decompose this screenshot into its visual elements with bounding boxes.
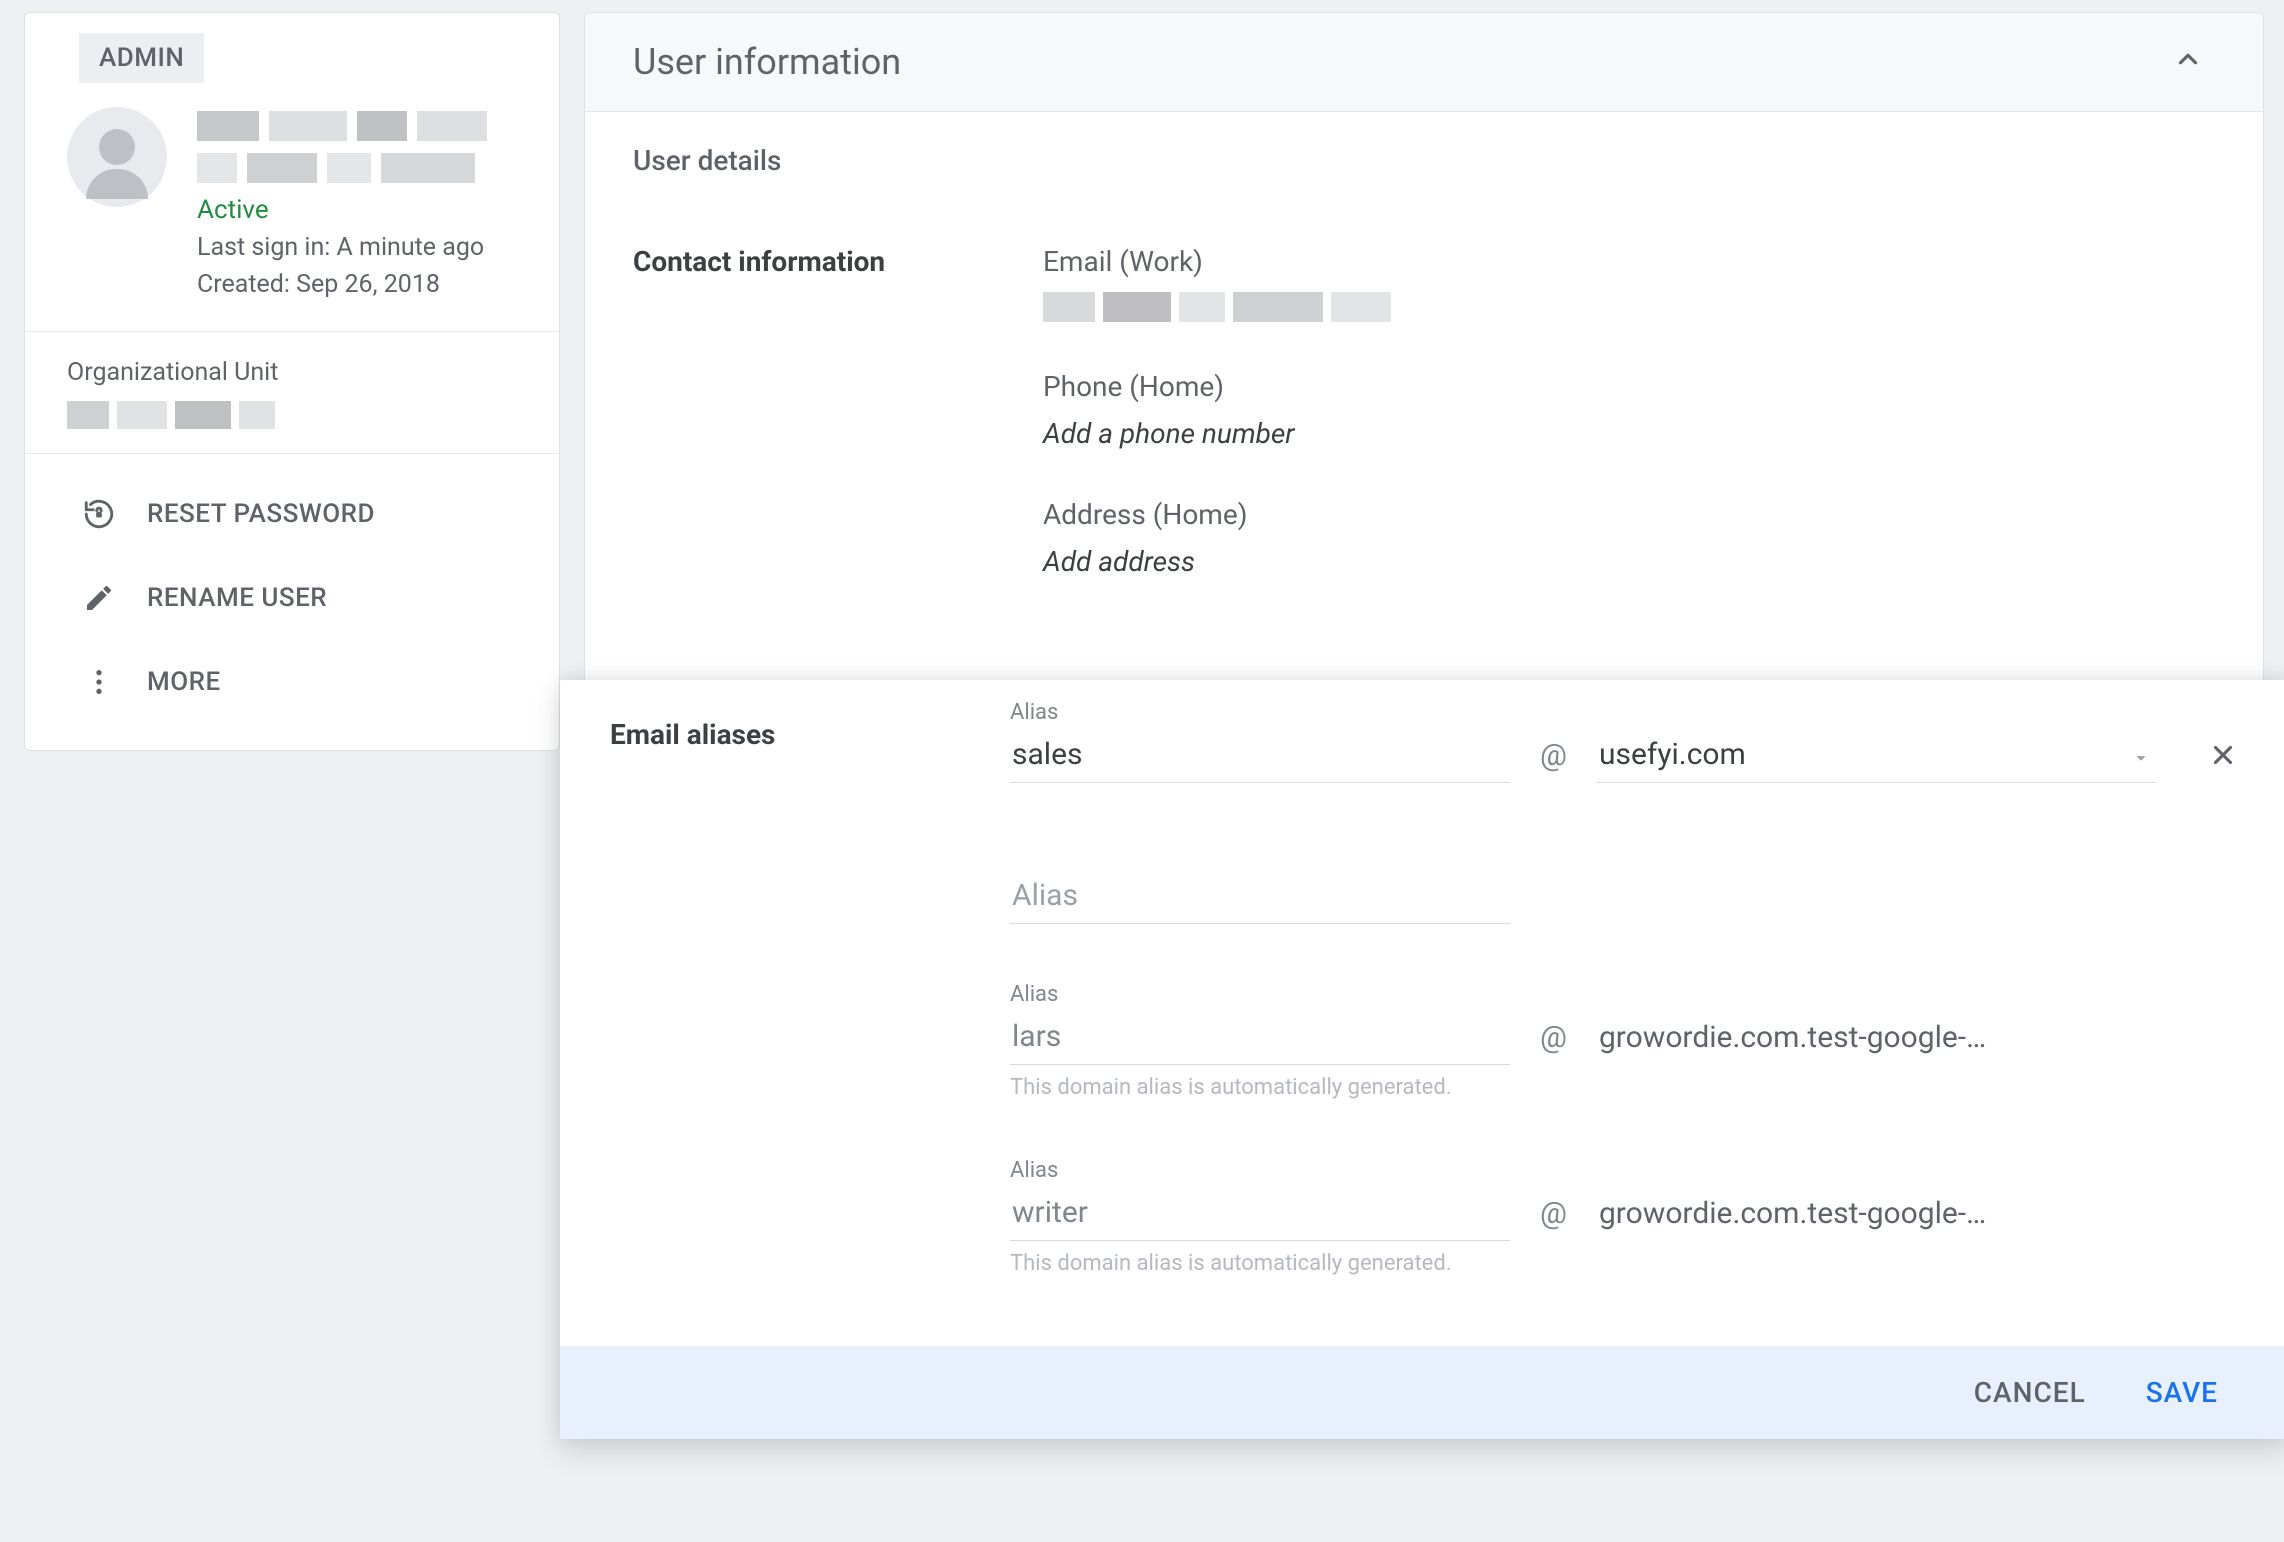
alias-row: Alias @ growordie.com.test-google-…	[1010, 982, 2238, 1065]
add-phone-number[interactable]: Add a phone number	[1043, 417, 2215, 450]
user-information-panel: User information User details Contact in…	[584, 12, 2264, 707]
cancel-button[interactable]: CANCEL	[1974, 1376, 2086, 1409]
rename-user-label: RENAME USER	[147, 583, 327, 613]
alias-row: Alias @ usefyi.com	[1010, 700, 2238, 783]
close-icon	[2208, 745, 2238, 777]
at-symbol: @	[1540, 738, 1567, 783]
domain-text: usefyi.com	[1599, 737, 1746, 772]
rename-user-action[interactable]: RENAME USER	[25, 556, 559, 640]
chevron-up-icon	[2173, 44, 2203, 81]
admin-badge: ADMIN	[79, 33, 204, 83]
alias-input[interactable]	[1010, 872, 1510, 924]
org-unit-label: Organizational Unit	[67, 358, 519, 387]
alias-field-label: Alias	[1010, 700, 1510, 725]
more-vert-icon	[79, 662, 119, 702]
created-date: Created: Sep 26, 2018	[197, 270, 519, 299]
panel-title: User information	[633, 41, 901, 83]
panel-header[interactable]: User information	[585, 13, 2263, 112]
autogen-note: This domain alias is automatically gener…	[1010, 1251, 2238, 1276]
alias-row: Alias @ growordie.com.test-google-…	[1010, 1158, 2238, 1241]
alias-input[interactable]	[1010, 731, 1510, 783]
alias-input[interactable]	[1010, 1013, 1510, 1065]
pencil-icon	[79, 578, 119, 618]
more-label: MORE	[147, 667, 221, 697]
alias-field-label: Alias	[1010, 1158, 1510, 1183]
caret-down-icon	[2130, 744, 2152, 766]
contact-information-heading: Contact information	[633, 245, 1013, 278]
phone-home-label: Phone (Home)	[1043, 370, 2215, 403]
redacted-user-name	[197, 107, 519, 183]
user-sidebar: ADMIN	[24, 12, 560, 751]
at-symbol: @	[1540, 1196, 1567, 1241]
status-badge: Active	[197, 195, 519, 225]
email-work-label: Email (Work)	[1043, 245, 2215, 278]
remove-alias-button[interactable]	[2208, 740, 2238, 783]
reset-password-action[interactable]: RESET PASSWORD	[25, 472, 559, 556]
domain-text: growordie.com.test-google-…	[1599, 1196, 1986, 1231]
last-sign-in: Last sign in: A minute ago	[197, 233, 519, 262]
user-details-heading: User details	[633, 144, 2215, 177]
add-address[interactable]: Add address	[1043, 545, 2215, 578]
email-aliases-title: Email aliases	[610, 700, 1010, 751]
redacted-email	[1043, 292, 2215, 322]
alias-input[interactable]	[1010, 1189, 1510, 1241]
more-action[interactable]: MORE	[25, 640, 559, 724]
alias-row	[1010, 841, 2238, 924]
reset-password-label: RESET PASSWORD	[147, 499, 375, 529]
reset-password-icon	[79, 494, 119, 534]
avatar	[67, 107, 167, 207]
autogen-note: This domain alias is automatically gener…	[1010, 1075, 2238, 1100]
alias-field-label: Alias	[1010, 982, 1510, 1007]
redacted-org-unit	[67, 401, 519, 429]
email-aliases-dialog: Email aliases Alias @	[560, 680, 2284, 1439]
at-symbol: @	[1540, 1020, 1567, 1065]
domain-select[interactable]: usefyi.com	[1597, 731, 2156, 783]
address-home-label: Address (Home)	[1043, 498, 2215, 531]
domain-text: growordie.com.test-google-…	[1599, 1020, 1986, 1055]
save-button[interactable]: SAVE	[2146, 1376, 2218, 1409]
